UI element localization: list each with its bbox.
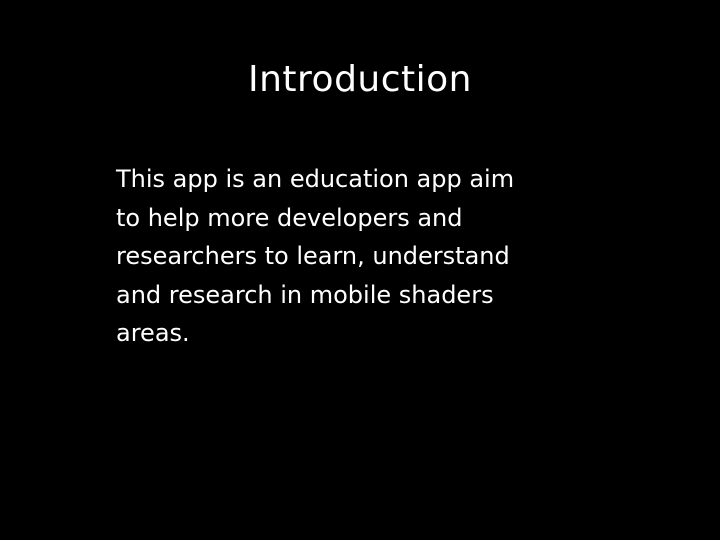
body-line: This app is an education app aim bbox=[116, 165, 515, 193]
body-line: and research in mobile shaders bbox=[116, 280, 494, 309]
presentation-slide: Introduction This app is an education ap… bbox=[0, 0, 720, 540]
body-line: to help more developers and bbox=[116, 203, 463, 232]
body-line: areas. bbox=[116, 319, 190, 347]
body-line: researchers to learn, understand bbox=[116, 242, 510, 270]
slide-title: Introduction bbox=[247, 59, 472, 100]
slide-body-text: This app is an education app aim to help… bbox=[116, 160, 616, 353]
